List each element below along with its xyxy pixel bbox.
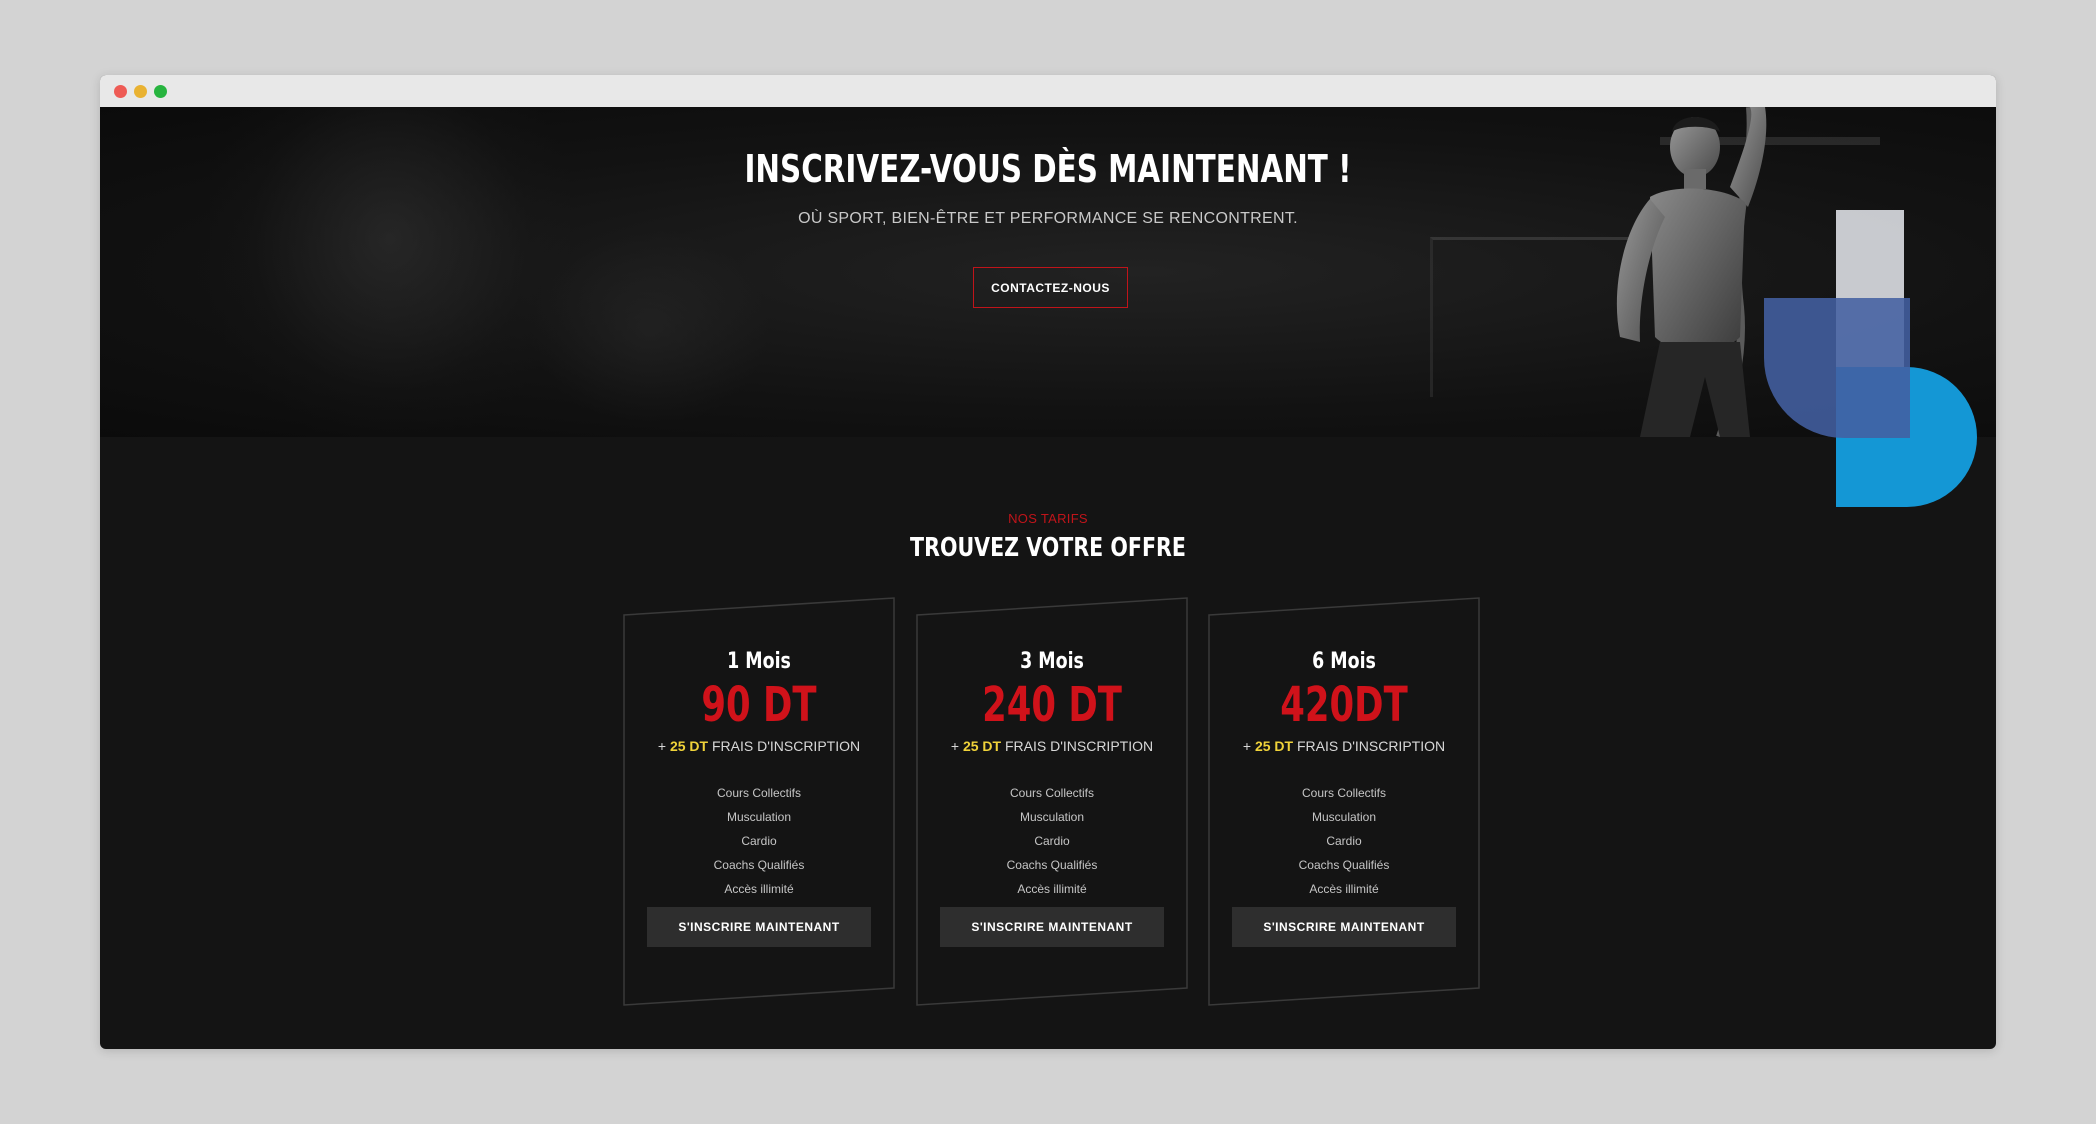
fee-prefix: +: [1242, 738, 1255, 754]
feature-item: Cours Collectifs: [1301, 786, 1387, 800]
pricing-card-1-month: 1 Mois 90 DT + 25 DT FRAIS D'INSCRIPTION…: [623, 597, 895, 1006]
hero-section: INSCRIVEZ-VOUS DÈS MAINTENANT ! OÙ SPORT…: [100, 107, 1996, 437]
browser-window: INSCRIVEZ-VOUS DÈS MAINTENANT ! OÙ SPORT…: [100, 75, 1996, 1049]
minimize-dot-icon[interactable]: [134, 85, 147, 98]
pricing-card-3-months: 3 Mois 240 DT + 25 DT FRAIS D'INSCRIPTIO…: [916, 597, 1188, 1006]
feature-item: Musculation: [1311, 810, 1377, 824]
feature-list: Cours Collectifs Musculation Cardio Coac…: [916, 781, 1188, 901]
feature-item: Coachs Qualifiés: [1298, 858, 1390, 872]
feature-item: Cours Collectifs: [716, 786, 802, 800]
fee-amount: 25 DT: [669, 738, 709, 754]
card-registration-fee: + 25 DT FRAIS D'INSCRIPTION: [623, 738, 895, 754]
fee-suffix: FRAIS D'INSCRIPTION: [1001, 738, 1154, 754]
fee-prefix: +: [657, 738, 670, 754]
card-period: 6 Mois: [1312, 649, 1376, 674]
card-period: 3 Mois: [1020, 649, 1084, 674]
pricing-card-6-months: 6 Mois 420DT + 25 DT FRAIS D'INSCRIPTION…: [1208, 597, 1480, 1006]
feature-list: Cours Collectifs Musculation Cardio Coac…: [1208, 781, 1480, 901]
hero-background-figure-hand: [530, 227, 770, 427]
card-price: 420DT: [1280, 677, 1408, 733]
feature-item: Coachs Qualifiés: [1006, 858, 1098, 872]
feature-item: Cardio: [1326, 834, 1362, 848]
feature-item: Cours Collectifs: [1009, 786, 1095, 800]
contact-button[interactable]: CONTACTEZ-NOUS: [973, 267, 1128, 308]
fee-suffix: FRAIS D'INSCRIPTION: [1293, 738, 1446, 754]
maximize-dot-icon[interactable]: [154, 85, 167, 98]
feature-item: Cardio: [741, 834, 777, 848]
fee-prefix: +: [950, 738, 963, 754]
card-registration-fee: + 25 DT FRAIS D'INSCRIPTION: [916, 738, 1188, 754]
feature-item: Coachs Qualifiés: [713, 858, 805, 872]
card-price: 90 DT: [701, 677, 817, 733]
feature-item: Accès illimité: [724, 882, 794, 896]
feature-item: Accès illimité: [1309, 882, 1379, 896]
feature-item: Cardio: [1034, 834, 1070, 848]
signup-button[interactable]: S'INSCRIRE MAINTENANT: [1232, 907, 1456, 947]
feature-list: Cours Collectifs Musculation Cardio Coac…: [623, 781, 895, 901]
fee-amount: 25 DT: [1254, 738, 1294, 754]
feature-item: Musculation: [1019, 810, 1085, 824]
window-titlebar: [100, 75, 1996, 107]
pricing-section-title: TROUVEZ VOTRE OFFRE: [910, 533, 1186, 563]
signup-button[interactable]: S'INSCRIRE MAINTENANT: [940, 907, 1164, 947]
fee-amount: 25 DT: [962, 738, 1002, 754]
card-period: 1 Mois: [727, 649, 791, 674]
feature-item: Musculation: [726, 810, 792, 824]
hero-title: INSCRIVEZ-VOUS DÈS MAINTENANT !: [744, 147, 1352, 191]
card-registration-fee: + 25 DT FRAIS D'INSCRIPTION: [1208, 738, 1480, 754]
hero-subtitle: OÙ SPORT, BIEN-ÊTRE ET PERFORMANCE SE RE…: [798, 210, 1298, 227]
card-price: 240 DT: [982, 677, 1122, 733]
signup-button[interactable]: S'INSCRIRE MAINTENANT: [647, 907, 871, 947]
fee-suffix: FRAIS D'INSCRIPTION: [708, 738, 861, 754]
pricing-section-label: NOS TARIFS: [1008, 511, 1088, 526]
feature-item: Accès illimité: [1017, 882, 1087, 896]
close-dot-icon[interactable]: [114, 85, 127, 98]
